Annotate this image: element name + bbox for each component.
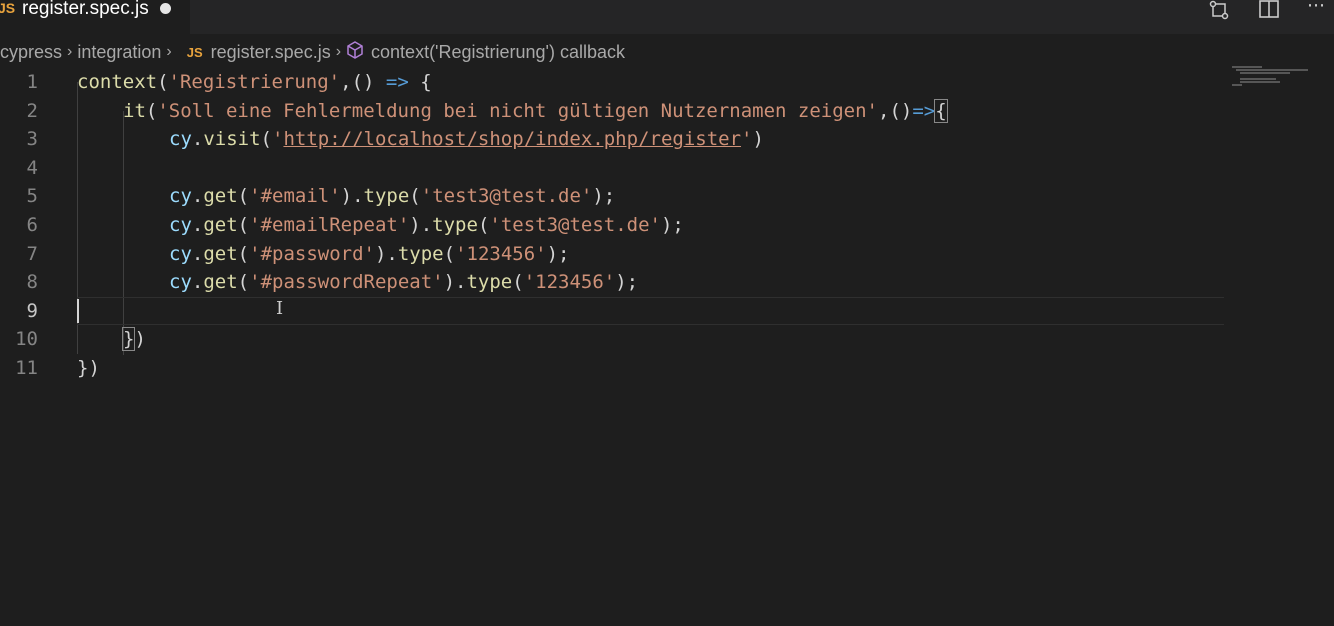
code-line: 7 cy.get('#password').type('123456'); [0, 240, 1334, 269]
line-number: 10 [15, 328, 38, 351]
code-line: 3 cy.visit('http://localhost/shop/index.… [0, 125, 1334, 154]
javascript-file-icon: JS [0, 0, 16, 16]
line-number: 4 [26, 156, 38, 179]
code-line: 11 }) [0, 354, 1334, 383]
line-number: 8 [26, 271, 38, 294]
line-number: 5 [26, 185, 38, 208]
unsaved-dot-icon[interactable] [160, 3, 171, 14]
code-text: cy.get('#passwordRepeat').type('123456')… [169, 271, 639, 294]
line-number: 2 [26, 99, 38, 122]
breadcrumb-item-integration[interactable]: integration [77, 42, 161, 63]
code-text: cy.get('#email').type('test3@test.de'); [169, 185, 616, 208]
line-number: 3 [26, 128, 38, 151]
breadcrumb-item-symbol[interactable]: context('Registrierung') callback [371, 42, 625, 63]
tab-filename: register.spec.js [22, 0, 149, 19]
chevron-right-icon: › [67, 43, 73, 60]
code-line: 6 cy.get('#emailRepeat').type('test3@tes… [0, 211, 1334, 240]
more-actions-icon[interactable]: ··· [1303, 0, 1329, 18]
chevron-right-icon: › [166, 43, 172, 60]
code-text: it('Soll eine Fehlermeldung bei nicht gü… [123, 98, 948, 123]
line-number: 6 [26, 214, 38, 236]
javascript-file-icon: JS [186, 44, 203, 60]
mouse-ibeam-icon: I [276, 298, 284, 319]
code-line: 2 it('Soll eine Fehlermeldung bei nicht … [0, 97, 1334, 126]
code-text: context('Registrierung',() => { [77, 71, 432, 93]
breadcrumb: cypress › integration › JS register.spec… [0, 38, 1334, 66]
line-number: 1 [26, 71, 38, 93]
code-line: 9 [0, 297, 1334, 326]
code-line: 8 cy.get('#passwordRepeat').type('123456… [0, 268, 1334, 297]
code-text: cy.get('#password').type('123456'); [169, 242, 570, 265]
chevron-right-icon: › [335, 43, 342, 60]
tab-bar: JS register.spec.js ··· [0, 0, 1334, 34]
code-text: cy.get('#emailRepeat').type('test3@test.… [169, 214, 684, 236]
breadcrumb-item-file[interactable]: register.spec.js [211, 42, 331, 63]
code-text: }) [121, 327, 146, 352]
code-text: }) [77, 357, 100, 379]
code-line: 5 cy.get('#email').type('test3@test.de')… [0, 182, 1334, 211]
line-number: 11 [15, 357, 38, 379]
line-number: 9 [26, 299, 38, 322]
split-editor-icon[interactable] [1256, 0, 1282, 22]
symbol-cube-icon [346, 40, 364, 64]
breadcrumb-item-cypress[interactable]: cypress [0, 42, 62, 63]
code-editor[interactable]: 1 context('Registrierung',() => { 2 it('… [0, 68, 1334, 626]
source-control-icon[interactable] [1206, 0, 1232, 22]
editor-tab[interactable]: JS register.spec.js [0, 0, 190, 34]
code-line: 1 context('Registrierung',() => { [0, 68, 1334, 97]
line-number: 7 [26, 242, 38, 265]
code-line: 10 }) [0, 325, 1334, 354]
code-line: 4 [0, 154, 1334, 183]
code-text: cy.visit('http://localhost/shop/index.ph… [169, 128, 764, 151]
url-link[interactable]: http://localhost/shop/index.php/register [283, 128, 741, 150]
